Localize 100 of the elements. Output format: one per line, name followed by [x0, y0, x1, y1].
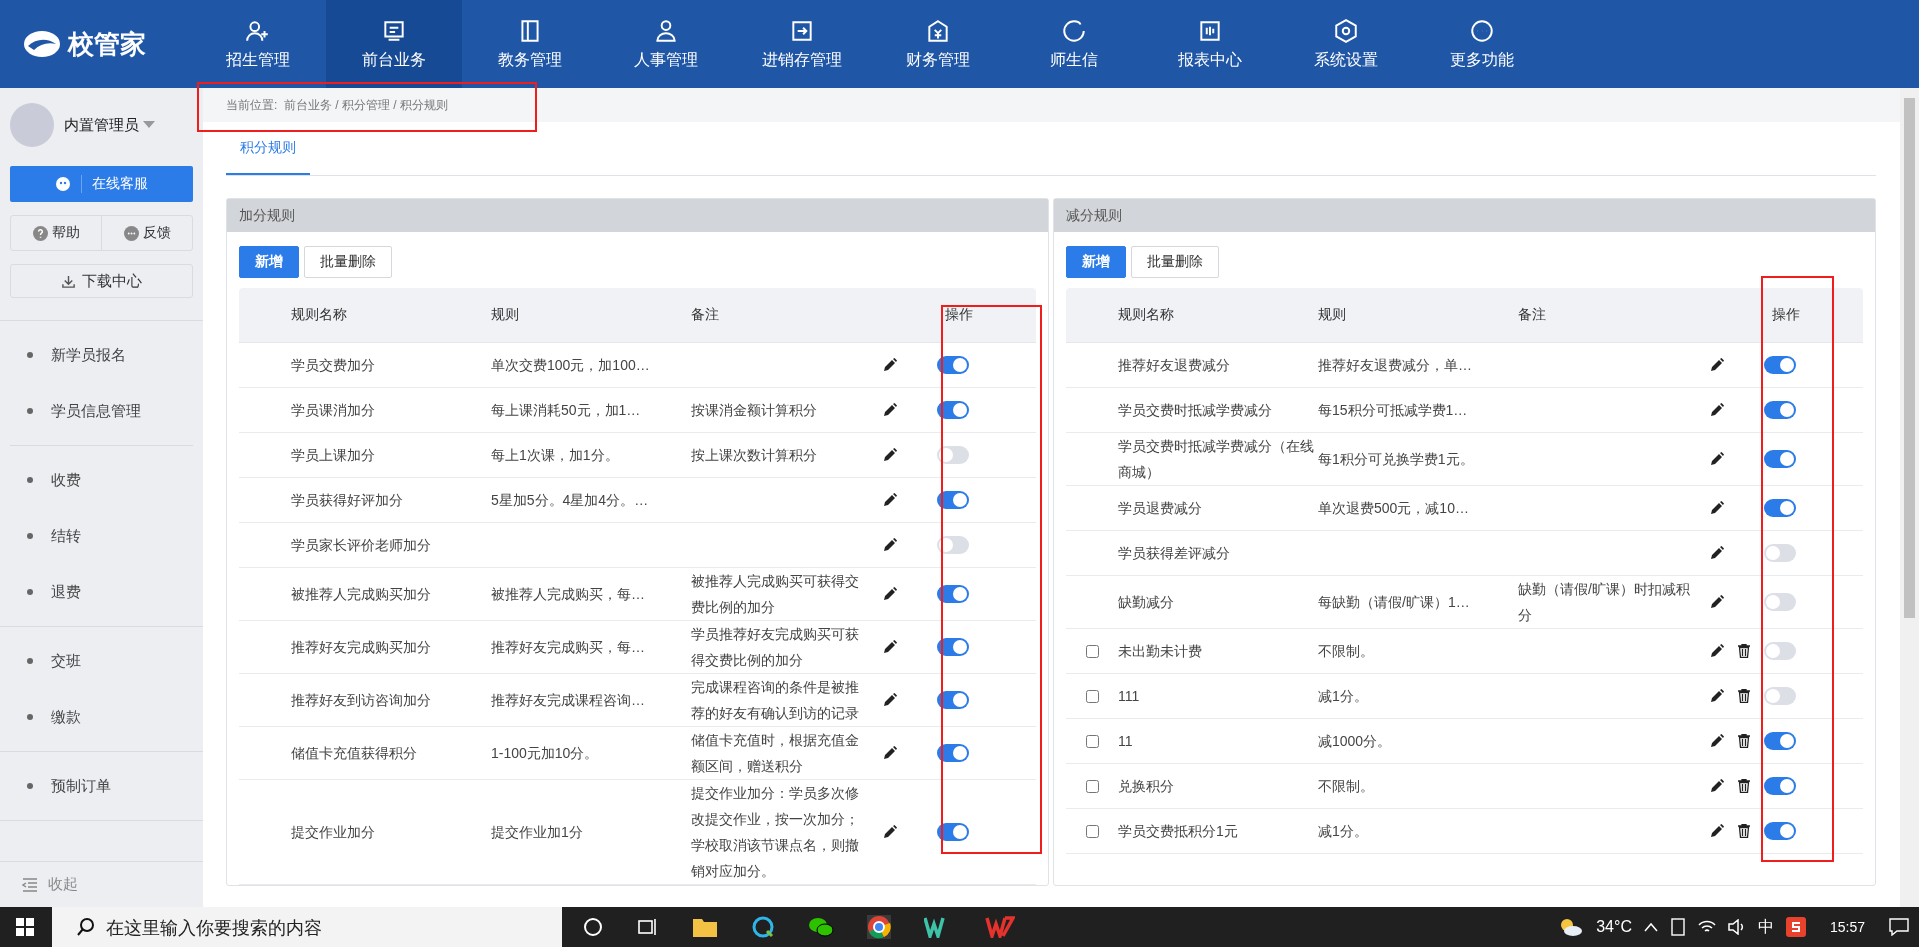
user-menu[interactable]: 内置管理员 — [64, 115, 155, 135]
toggle-switch[interactable] — [937, 691, 969, 709]
edit-icon[interactable] — [883, 358, 897, 372]
sidebar-menu-item[interactable]: 缴款 — [0, 689, 81, 745]
feedback-button[interactable]: 反馈 — [101, 216, 192, 250]
row-checkbox[interactable] — [1085, 644, 1099, 658]
chat-icon[interactable] — [808, 916, 834, 938]
delete-icon[interactable] — [1738, 644, 1750, 658]
help-button[interactable]: 帮助 — [11, 216, 101, 250]
nav-tab[interactable]: 进销存管理 — [734, 0, 870, 88]
nav-tab[interactable]: 更多功能 — [1414, 0, 1550, 88]
edit-icon[interactable] — [883, 587, 897, 601]
edit-icon[interactable] — [1710, 689, 1724, 703]
edit-icon[interactable] — [883, 693, 897, 707]
row-checkbox[interactable] — [1085, 824, 1099, 838]
edit-icon[interactable] — [883, 538, 897, 552]
nav-tab[interactable]: 前台业务 — [326, 0, 462, 88]
batch-delete-button[interactable]: 批量删除 — [304, 246, 392, 278]
speaker-icon[interactable] — [1727, 919, 1746, 935]
rule-note: 缺勤（请假/旷课）时扣减积分 — [1518, 581, 1690, 623]
nav-tab[interactable]: 人事管理 — [598, 0, 734, 88]
edit-icon[interactable] — [1710, 595, 1724, 609]
edit-icon[interactable] — [883, 448, 897, 462]
row-checkbox[interactable] — [1085, 734, 1099, 748]
toggle-switch[interactable] — [937, 744, 969, 762]
house-icon — [925, 17, 951, 44]
browser-icon[interactable] — [867, 915, 891, 939]
sidebar-menu-item[interactable]: 结转 — [0, 508, 81, 564]
delete-icon[interactable] — [1738, 734, 1750, 748]
edit-icon[interactable] — [883, 825, 897, 839]
nav-tab[interactable]: 系统设置 — [1278, 0, 1414, 88]
online-service-button[interactable]: 在线客服 — [10, 166, 193, 202]
sidebar-menu-item[interactable]: 新学员报名 — [10, 327, 126, 383]
row-checkbox[interactable] — [1085, 779, 1099, 793]
toggle-switch[interactable] — [937, 823, 969, 841]
toggle-switch[interactable] — [937, 401, 969, 419]
delete-icon[interactable] — [1738, 824, 1750, 838]
nav-tab[interactable]: 师生信 — [1006, 0, 1142, 88]
input-method-indicator[interactable]: 中 — [1757, 916, 1774, 938]
task-view-icon[interactable] — [582, 916, 604, 938]
scrollbar[interactable] — [1900, 88, 1919, 907]
row-checkbox[interactable] — [1085, 689, 1099, 703]
toggle-switch[interactable] — [937, 585, 969, 603]
edit-icon[interactable] — [1710, 734, 1724, 748]
toggle-switch[interactable] — [1764, 401, 1796, 419]
toggle-switch[interactable] — [1764, 822, 1796, 840]
nav-tab[interactable]: 教务管理 — [462, 0, 598, 88]
add-button[interactable]: 新增 — [1066, 246, 1126, 278]
edit-icon[interactable] — [1710, 358, 1724, 372]
edit-icon[interactable] — [1710, 501, 1724, 515]
toggle-switch[interactable] — [1764, 687, 1796, 705]
collapse-icon — [22, 877, 38, 892]
download-center-button[interactable]: 下载中心 — [10, 264, 193, 298]
toggle-switch[interactable] — [1764, 544, 1796, 562]
edit-icon[interactable] — [1710, 779, 1724, 793]
toggle-switch[interactable] — [1764, 642, 1796, 660]
edit-icon[interactable] — [1710, 546, 1724, 560]
toggle-switch[interactable] — [937, 638, 969, 656]
add-button[interactable]: 新增 — [239, 246, 299, 278]
chevron-up-icon[interactable] — [1643, 922, 1658, 932]
delete-icon[interactable] — [1738, 689, 1750, 703]
nav-tab[interactable]: 报表中心 — [1142, 0, 1278, 88]
rule-name: 学员交费时抵减学费减分 — [1118, 402, 1272, 418]
sidebar-menu-item[interactable]: 预制订单 — [0, 758, 111, 814]
toggle-switch[interactable] — [1764, 777, 1796, 795]
toggle-switch[interactable] — [937, 536, 969, 554]
edit-icon[interactable] — [883, 640, 897, 654]
toggle-switch[interactable] — [1764, 499, 1796, 517]
nav-tab[interactable]: 财务管理 — [870, 0, 1006, 88]
sidebar-menu-item[interactable]: 交班 — [0, 633, 81, 689]
toggle-switch[interactable] — [1764, 450, 1796, 468]
taskbar-search-field[interactable]: 在这里输入你要搜索的内容 — [52, 907, 562, 947]
edit-icon[interactable] — [1710, 403, 1724, 417]
edit-icon[interactable] — [883, 403, 897, 417]
edit-icon[interactable] — [1710, 824, 1724, 838]
toggle-switch[interactable] — [937, 356, 969, 374]
rule-text: 减1000分。 — [1318, 733, 1392, 749]
device-icon[interactable] — [1669, 918, 1686, 936]
edit-icon[interactable] — [1710, 644, 1724, 658]
folder-icon[interactable] — [692, 916, 718, 938]
tab[interactable]: 积分规则 — [226, 122, 310, 175]
toggle-switch[interactable] — [1764, 356, 1796, 374]
toggle-switch[interactable] — [937, 491, 969, 509]
windows-start-icon[interactable] — [16, 918, 34, 936]
chat-face-icon — [55, 176, 71, 192]
notification-icon[interactable] — [1889, 918, 1909, 936]
sidebar-menu-item[interactable]: 学员信息管理 — [10, 383, 141, 439]
nav-tab[interactable]: 招生管理 — [190, 0, 326, 88]
batch-delete-button[interactable]: 批量删除 — [1131, 246, 1219, 278]
edit-icon[interactable] — [1710, 452, 1724, 466]
edit-icon[interactable] — [883, 493, 897, 507]
toggle-switch[interactable] — [1764, 732, 1796, 750]
edit-icon[interactable] — [883, 746, 897, 760]
toggle-switch[interactable] — [937, 446, 969, 464]
s-logo-icon[interactable] — [1785, 917, 1806, 937]
wifi-icon[interactable] — [1697, 919, 1716, 935]
sidebar-menu-item[interactable]: 退费 — [0, 564, 81, 620]
sidebar-menu-item[interactable]: 收费 — [0, 452, 81, 508]
toggle-switch[interactable] — [1764, 593, 1796, 611]
delete-icon[interactable] — [1738, 779, 1750, 793]
